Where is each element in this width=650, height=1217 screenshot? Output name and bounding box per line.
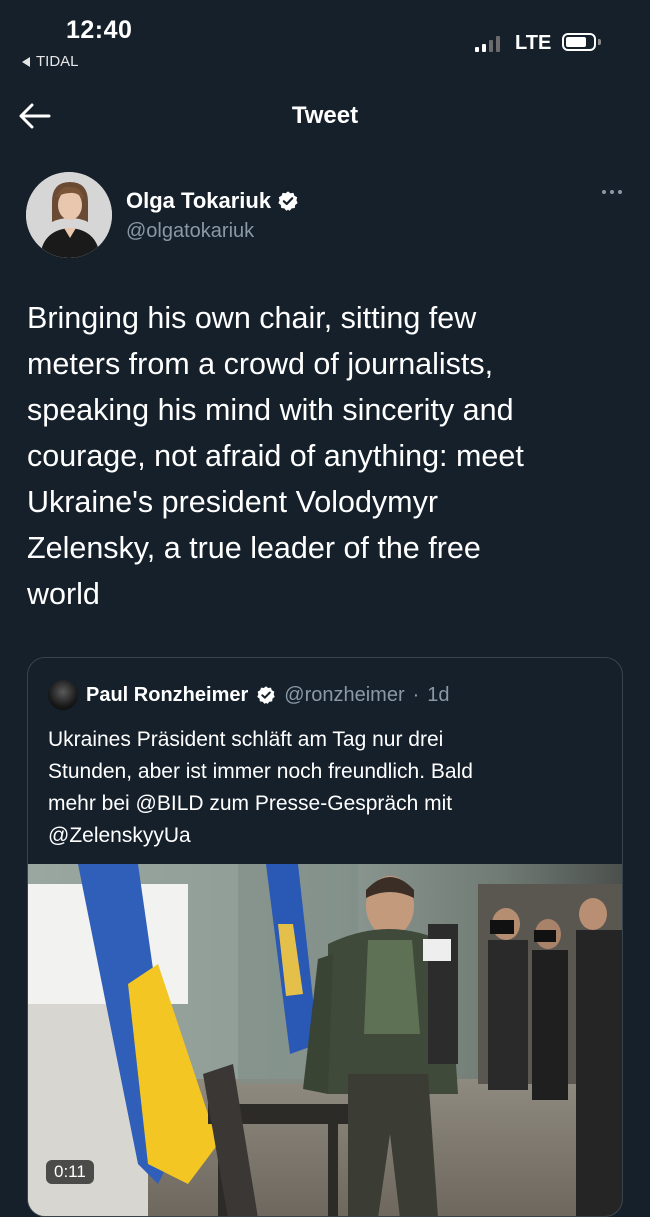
video-thumbnail <box>28 864 622 1216</box>
author-photo <box>26 172 112 258</box>
back-app-label: TIDAL <box>36 53 79 70</box>
quoted-tweet-card[interactable]: Paul Ronzheimer @ronzheimer · 1d Ukraine… <box>27 657 623 1217</box>
more-horizontal-icon[interactable] <box>602 190 622 194</box>
back-triangle-icon <box>22 56 30 67</box>
status-time: 12:40 <box>66 16 133 44</box>
avatar[interactable] <box>26 172 112 258</box>
video-duration: 0:11 <box>46 1160 94 1184</box>
quoted-tweet-header: Paul Ronzheimer @ronzheimer · 1d <box>48 680 450 710</box>
signal-bar <box>482 44 486 52</box>
battery-tip <box>598 39 601 45</box>
dot <box>602 190 606 194</box>
video-player[interactable]: 0:11 <box>28 864 622 1216</box>
verified-badge-icon <box>278 191 298 211</box>
author-name[interactable]: Olga Tokariuk <box>126 188 299 214</box>
quoted-author-handle: @ronzheimer <box>284 683 405 706</box>
author-handle[interactable]: @olgatokariuk <box>126 220 254 243</box>
cellular-signal-icon <box>475 36 500 52</box>
quoted-tweet-text: Ukraines Präsident schläft am Tag nur dr… <box>48 728 473 847</box>
top-navigation-bar: Tweet <box>0 90 650 142</box>
dot <box>610 190 614 194</box>
quoted-author-avatar <box>48 680 78 710</box>
author-name-text: Olga Tokariuk <box>126 188 272 213</box>
quoted-tweet-time: 1d <box>427 683 450 706</box>
dot <box>618 190 622 194</box>
signal-bar <box>475 47 479 52</box>
quoted-author-name: Paul Ronzheimer <box>86 683 249 706</box>
back-to-app-link[interactable]: TIDAL <box>22 53 79 70</box>
battery-level <box>566 37 586 47</box>
tweet-text: Bringing his own chair, sitting few mete… <box>27 301 524 611</box>
page-title: Tweet <box>291 102 359 129</box>
verified-badge-icon <box>257 686 276 704</box>
battery-icon <box>562 33 596 51</box>
tweet-author: Olga Tokariuk @olgatokariuk <box>26 172 626 260</box>
status-bar: 12:40 TIDAL LTE <box>0 0 650 80</box>
signal-bar <box>496 36 500 52</box>
separator-dot: · <box>412 683 420 706</box>
network-type: LTE <box>515 32 552 54</box>
signal-bar <box>489 40 493 52</box>
